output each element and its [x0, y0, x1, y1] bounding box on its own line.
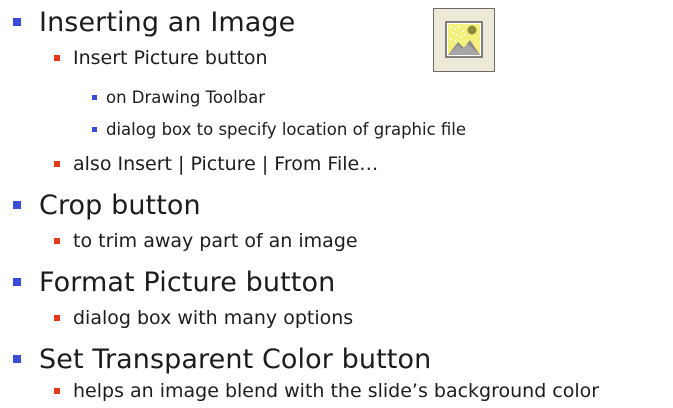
level2-bullet: [54, 161, 60, 167]
bullet-text: Insert Picture button: [73, 47, 268, 69]
bullet-dialog-many-options: dialog box with many options: [54, 305, 353, 331]
bullet-crop-button: Crop button: [13, 187, 201, 223]
bullet-trim-away: to trim away part of an image: [54, 228, 358, 254]
bullet-inserting-an-image: Inserting an Image: [13, 4, 295, 40]
level3-bullet: [92, 126, 97, 132]
level2-bullet: [54, 388, 60, 394]
bullet-text: also Insert | Picture | From File…: [73, 153, 379, 175]
bullet-text: Set Transparent Color button: [39, 343, 432, 375]
level1-bullet: [13, 18, 21, 26]
level1-bullet: [13, 278, 21, 286]
bullet-set-transparent-color-button: Set Transparent Color button: [13, 341, 431, 377]
bullet-text: Format Picture button: [39, 266, 336, 298]
bullet-text: helps an image blend with the slide’s ba…: [73, 380, 600, 402]
bullet-insert-picture-button: Insert Picture button: [54, 45, 268, 71]
bullet-text: dialog box with many options: [73, 307, 354, 329]
picture-glyph: [445, 21, 483, 58]
bullet-text: on Drawing Toolbar: [106, 87, 266, 107]
slide: Inserting an Image Insert Picture button…: [0, 0, 673, 408]
insert-picture-icon: [433, 8, 495, 72]
bullet-insert-from-file: also Insert | Picture | From File…: [54, 151, 378, 177]
level2-bullet: [54, 55, 60, 61]
bullet-text: dialog box to specify location of graphi…: [106, 119, 467, 139]
bullet-text: to trim away part of an image: [73, 230, 358, 252]
bullet-text: Crop button: [39, 189, 201, 221]
bullet-dialog-box-location: dialog box to specify location of graphi…: [92, 118, 466, 140]
bullet-format-picture-button: Format Picture button: [13, 264, 335, 300]
bullet-blend-background: helps an image blend with the slide’s ba…: [54, 378, 599, 404]
level2-bullet: [54, 315, 60, 321]
level2-bullet: [54, 238, 60, 244]
bullet-text: Inserting an Image: [39, 6, 296, 38]
bullet-on-drawing-toolbar: on Drawing Toolbar: [92, 86, 265, 108]
level1-bullet: [13, 201, 21, 209]
level1-bullet: [13, 355, 21, 363]
level3-bullet: [92, 94, 97, 100]
